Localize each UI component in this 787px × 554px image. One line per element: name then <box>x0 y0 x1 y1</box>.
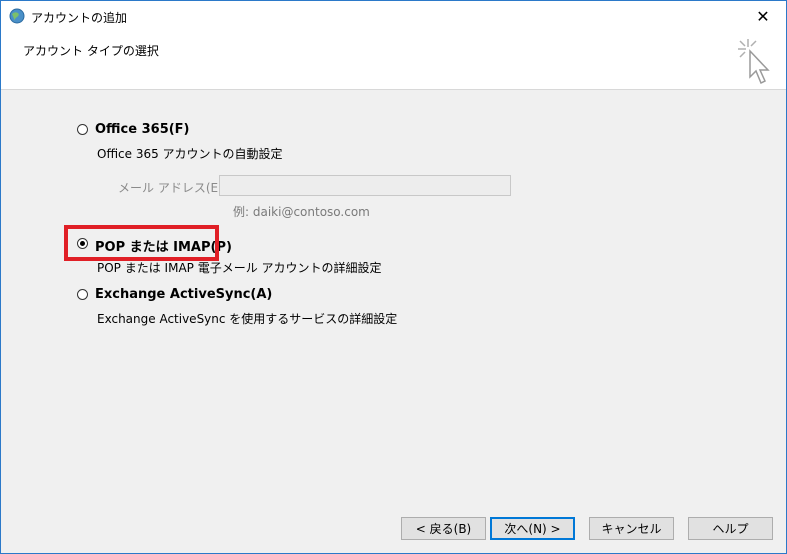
page-title: アカウント タイプの選択 <box>23 44 159 58</box>
close-icon: ✕ <box>756 6 770 26</box>
outlook-globe-icon <box>9 8 25 24</box>
highlight-box <box>64 225 219 261</box>
exchange-radio[interactable] <box>77 289 88 300</box>
window-title: アカウントの追加 <box>31 11 128 25</box>
cancel-button[interactable]: キャンセル <box>589 517 674 540</box>
email-field[interactable] <box>219 175 511 196</box>
exchange-description: Exchange ActiveSync を使用するサービスの詳細設定 <box>97 312 398 326</box>
email-label: メール アドレス(E): <box>118 181 227 195</box>
office365-description: Office 365 アカウントの自動設定 <box>97 147 283 161</box>
pop-imap-description: POP または IMAP 電子メール アカウントの詳細設定 <box>97 261 382 275</box>
email-hint: 例: daiki@contoso.com <box>233 205 370 219</box>
wizard-header: アカウント タイプの選択 <box>1 31 786 90</box>
office365-label[interactable]: Office 365(F) <box>95 122 190 137</box>
add-account-dialog: アカウントの追加 ✕ アカウント タイプの選択 Office 365(F) Of… <box>0 0 787 554</box>
wizard-cursor-icon <box>738 39 770 85</box>
exchange-label[interactable]: Exchange ActiveSync(A) <box>95 287 272 302</box>
title-bar: アカウントの追加 ✕ <box>1 1 786 31</box>
close-button[interactable]: ✕ <box>740 1 786 31</box>
next-button[interactable]: 次へ(N) > <box>490 517 575 540</box>
back-button[interactable]: < 戻る(B) <box>401 517 486 540</box>
office365-radio[interactable] <box>77 124 88 135</box>
help-button[interactable]: ヘルプ <box>688 517 773 540</box>
